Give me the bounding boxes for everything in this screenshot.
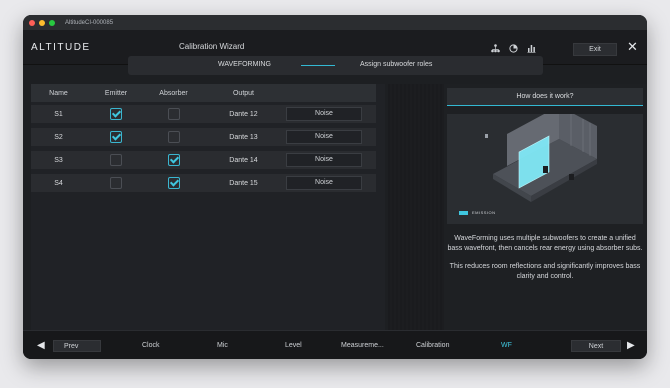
absorber-checkbox[interactable]	[167, 177, 180, 189]
sub-name: S3	[54, 156, 63, 164]
noise-button[interactable]: Noise	[286, 153, 362, 167]
step-current-label: Assign subwoofer roles	[360, 61, 433, 68]
emitter-checkbox[interactable]	[110, 154, 122, 166]
exit-button[interactable]: Exit	[573, 43, 617, 56]
output-label: Dante 14	[229, 156, 258, 164]
nav-step-wf[interactable]: WF	[501, 342, 512, 349]
room-diagram-icon	[485, 106, 597, 202]
nav-step-clock[interactable]: Clock	[142, 342, 160, 349]
column-header-absorber: Absorber	[159, 89, 188, 97]
column-header-name: Name	[49, 89, 68, 97]
emitter-checkbox[interactable]	[110, 177, 122, 189]
table-header: Name Emitter Absorber Output	[31, 84, 376, 102]
absorber-checkbox[interactable]	[167, 131, 180, 143]
prev-button[interactable]: ◀ Prev	[37, 339, 103, 352]
bar-chart-icon[interactable]	[527, 44, 536, 55]
page-title: Calibration Wizard	[179, 42, 245, 51]
absorber-checkbox[interactable]	[167, 154, 180, 166]
column-header-output: Output	[232, 89, 254, 97]
minimize-window-button[interactable]	[39, 19, 45, 26]
nav-step-mic[interactable]: Mic	[217, 342, 228, 349]
table-row: S3 Dante 14 Noise	[31, 151, 376, 169]
column-header-emitter: Emitter	[104, 89, 128, 97]
nav-step-measurement[interactable]: Measureme...	[341, 342, 384, 349]
chevron-left-icon: ◀	[37, 340, 45, 351]
table-row: S2 Dante 13 Noise	[31, 128, 376, 146]
close-window-button[interactable]	[29, 19, 35, 26]
pie-icon[interactable]	[509, 44, 518, 55]
title-bar: AltitudeCI-000085	[23, 15, 647, 30]
how-it-works-panel: How does it work? EMISSION WaveForming u…	[444, 84, 647, 330]
emitter-checkbox[interactable]	[110, 131, 122, 143]
emitter-checkbox[interactable]	[110, 108, 122, 120]
description-text: WaveForming uses multiple subwoofers to …	[447, 234, 643, 290]
chevron-right-icon: ▶	[627, 340, 635, 351]
step-section-label: WAVEFORMING	[218, 61, 271, 68]
brand-logo: ALTITUDE	[31, 42, 91, 53]
close-icon[interactable]: ✕	[627, 39, 638, 55]
sub-name: S4	[54, 179, 63, 187]
next-label: Next	[571, 339, 621, 352]
step-indicator: WAVEFORMING Assign subwoofer roles	[128, 56, 543, 75]
prev-label: Prev	[53, 339, 101, 352]
subwoofer-roles-panel: Name Emitter Absorber Output S1 Dante 12…	[31, 84, 385, 330]
table-row: S1 Dante 12 Noise	[31, 105, 376, 123]
absorber-checkbox[interactable]	[167, 108, 180, 120]
description-paragraph: WaveForming uses multiple subwoofers to …	[447, 235, 643, 252]
output-label: Dante 15	[229, 179, 258, 187]
noise-button[interactable]: Noise	[286, 176, 362, 190]
wizard-nav-bar: ◀ Prev Clock Mic Level Measureme... Cali…	[23, 330, 647, 359]
how-it-works-header: How does it work?	[447, 88, 643, 106]
description-paragraph: This reduces room reflections and signif…	[449, 263, 641, 280]
emission-legend-swatch	[459, 211, 468, 215]
room-illustration: EMISSION	[447, 106, 643, 224]
output-label: Dante 12	[229, 110, 258, 118]
table-row: S4 Dante 15 Noise	[31, 174, 376, 192]
next-button[interactable]: Next ▶	[571, 339, 641, 352]
network-icon[interactable]	[491, 44, 500, 55]
sub-name: S2	[54, 133, 63, 141]
maximize-window-button[interactable]	[49, 19, 55, 26]
nav-step-calibration[interactable]: Calibration	[416, 342, 449, 349]
noise-button[interactable]: Noise	[286, 130, 362, 144]
app-window: AltitudeCI-000085 ALTITUDE Calibration W…	[23, 15, 647, 359]
window-title: AltitudeCI-000085	[65, 19, 114, 26]
sub-name: S1	[54, 110, 63, 118]
emission-legend-label: EMISSION	[472, 210, 496, 215]
output-label: Dante 13	[229, 133, 258, 141]
noise-button[interactable]: Noise	[286, 107, 362, 121]
step-connector	[301, 65, 335, 66]
nav-step-level[interactable]: Level	[285, 342, 302, 349]
toolbar-icons	[491, 44, 536, 55]
panel-divider	[388, 84, 444, 330]
